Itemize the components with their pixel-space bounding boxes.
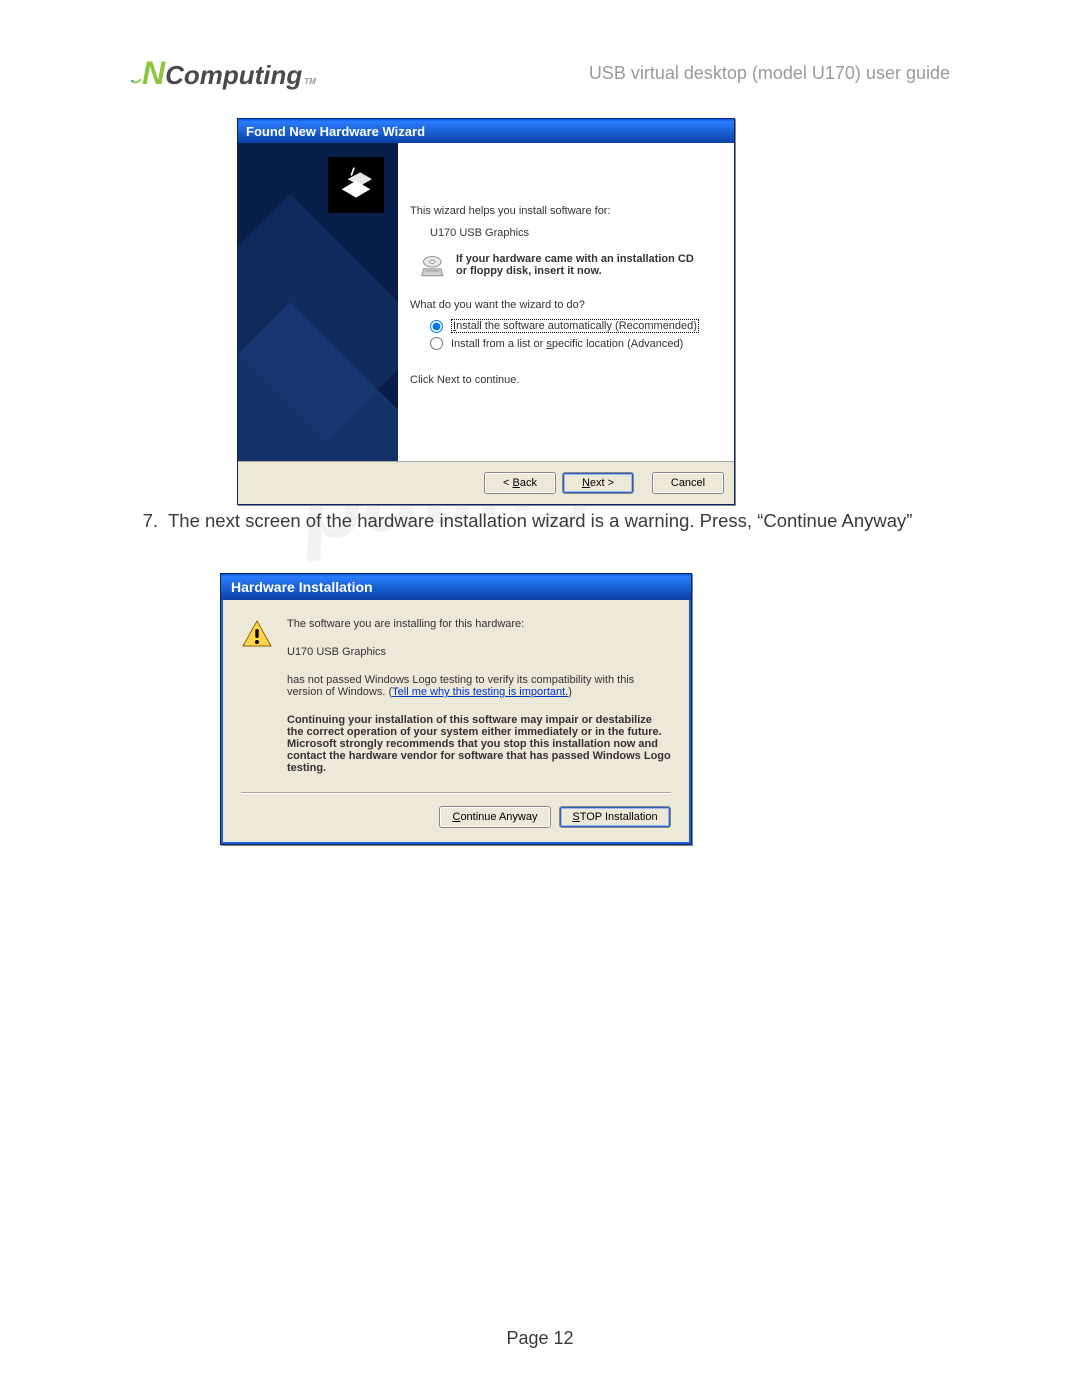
ncomputing-logo: NComputingTM [130, 55, 316, 92]
radio2-prefix: Install from a list or [451, 338, 546, 350]
cd-hint-text: If your hardware came with an installati… [456, 253, 694, 277]
next-key: N [582, 477, 590, 489]
step-description: The next screen of the hardware installa… [168, 509, 912, 534]
wizard1-prompt: What do you want the wizard to do? [410, 299, 722, 311]
cont-rest: ontinue Anyway [460, 811, 537, 823]
step-number: 7. [138, 509, 158, 534]
line2b: ) [568, 686, 572, 698]
back-rest: ack [520, 477, 537, 489]
cd-hint-line1: If your hardware came with an installati… [456, 253, 694, 265]
wizard1-content: This wizard helps you install software f… [398, 143, 734, 461]
next-rest: ext > [590, 477, 614, 489]
click-next-text: Click Next to continue. [410, 374, 722, 386]
wizard1-device-name: U170 USB Graphics [430, 227, 722, 239]
radio-install-auto[interactable]: Install the software automatically (Reco… [430, 319, 722, 333]
page-number: Page 12 [0, 1328, 1080, 1349]
dialog2-content: The software you are installing for this… [287, 618, 671, 774]
next-button[interactable]: Next > [562, 472, 634, 494]
cd-icon [420, 253, 448, 281]
stop-installation-button[interactable]: STOP Installation [559, 806, 671, 828]
wizard1-titlebar: Found New Hardware Wizard [238, 119, 734, 143]
logo-tm: TM [304, 77, 316, 86]
cd-hint-line2: or floppy disk, insert it now. [456, 265, 602, 277]
logo-n: N [142, 55, 165, 92]
dialog2-titlebar: Hardware Installation [221, 574, 691, 600]
logo-text: Computing [165, 60, 302, 91]
separator [241, 792, 671, 794]
dialog2-warning-bold: Continuing your installation of this sof… [287, 714, 671, 774]
radio2-suffix: pecific location (Advanced) [552, 338, 683, 350]
radio-specific-input[interactable] [430, 337, 443, 350]
doc-title: USB virtual desktop (model U170) user gu… [589, 63, 950, 84]
page-header: NComputingTM USB virtual desktop (model … [130, 55, 950, 92]
found-new-hardware-wizard-window: Found New Hardware Wizard This wizard he… [237, 118, 735, 505]
stop-rest: TOP Installation [580, 811, 658, 823]
radio-install-specific[interactable]: Install from a list or specific location… [430, 337, 722, 350]
wizard1-intro-text: This wizard helps you install software f… [410, 205, 722, 217]
dialog2-device: U170 USB Graphics [287, 646, 671, 658]
step-7-text: 7. The next screen of the hardware insta… [138, 509, 950, 534]
radio-auto-input[interactable] [430, 320, 443, 333]
stop-key: S [572, 811, 579, 823]
logo-swoosh-icon [130, 72, 142, 84]
hardware-icon [328, 157, 384, 213]
cancel-button[interactable]: Cancel [652, 472, 724, 494]
continue-anyway-button[interactable]: Continue Anyway [439, 806, 551, 828]
back-key: B [513, 477, 520, 489]
radio1-text: nstall the software automatically (Recom… [456, 320, 697, 332]
dialog2-line1: The software you are installing for this… [287, 618, 671, 630]
back-prefix: < [503, 477, 512, 489]
tell-me-why-link[interactable]: Tell me why this testing is important. [392, 686, 568, 698]
wizard1-sidebar-graphic [238, 143, 398, 461]
dialog2-logo-test-text: has not passed Windows Logo testing to v… [287, 674, 671, 698]
wizard1-footer: < Back Next > Cancel [238, 461, 734, 504]
warning-icon [241, 618, 273, 774]
hardware-installation-dialog: Hardware Installation The software you a… [220, 573, 692, 845]
back-button[interactable]: < Back [484, 472, 556, 494]
